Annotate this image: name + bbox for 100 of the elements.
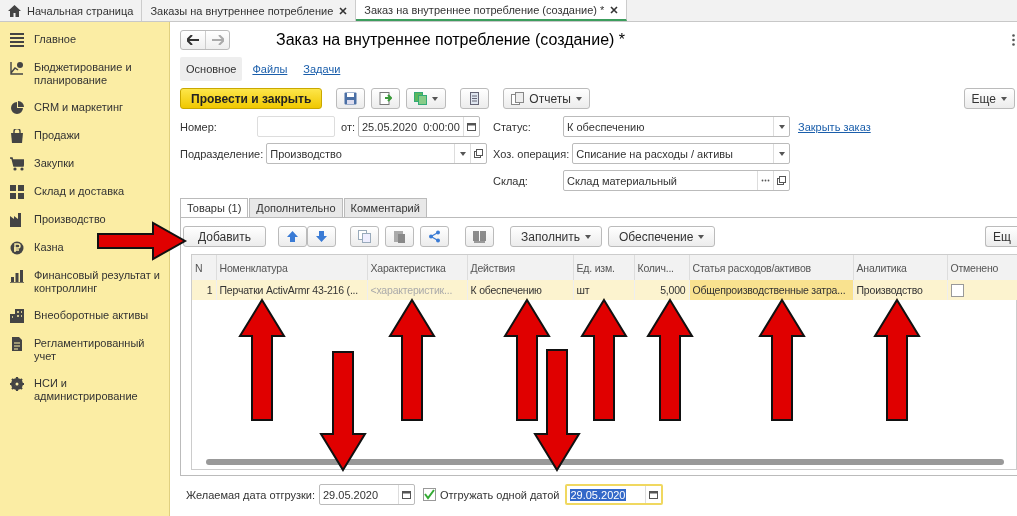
sidebar-item[interactable]: Бюджетирование и планирование xyxy=(0,54,169,94)
column-header[interactable]: Номенклатура xyxy=(216,255,367,280)
move-up-button[interactable] xyxy=(278,226,308,247)
share-button[interactable] xyxy=(420,226,450,247)
field-label: Подразделение: xyxy=(180,147,264,160)
column-header[interactable]: Статья расходов/активов xyxy=(689,255,853,280)
date-field[interactable]: 25.05.2020 0:00:00 xyxy=(358,116,480,137)
open-icon[interactable] xyxy=(777,176,786,185)
save-button[interactable] xyxy=(336,88,366,109)
add-button[interactable]: Добавить xyxy=(183,226,267,247)
operation-select[interactable]: Списание на расходы / активы xyxy=(572,143,790,164)
checkbox[interactable] xyxy=(950,283,964,297)
field-label: Склад: xyxy=(493,174,529,187)
calendar-icon[interactable] xyxy=(402,490,411,499)
field-label: Желаемая дата отгрузки: xyxy=(186,488,315,501)
department-select[interactable]: Производство xyxy=(266,143,487,164)
paste-button[interactable] xyxy=(385,226,415,247)
sidebar-item[interactable]: Производство xyxy=(0,206,112,234)
section-link[interactable]: Файлы xyxy=(246,57,294,81)
table-cell: <характеристик... xyxy=(367,280,467,300)
list-icon xyxy=(468,92,482,105)
status-select[interactable]: К обеспечению xyxy=(563,116,790,137)
calendar-icon[interactable] xyxy=(467,122,476,131)
form-title: Заказ на внутреннее потребление (создание) * xyxy=(276,31,626,49)
close-order-link[interactable]: Закрыть заказ xyxy=(798,120,871,133)
column-header[interactable]: Действия xyxy=(467,255,573,280)
field-label: Статус: xyxy=(493,120,532,133)
home-icon xyxy=(8,4,21,17)
more-options-icon[interactable] xyxy=(1012,34,1015,46)
dropdown-icon[interactable] xyxy=(778,151,785,156)
documents-button[interactable] xyxy=(406,88,447,109)
share-icon xyxy=(428,230,442,243)
window-tab[interactable]: Начальная страница xyxy=(0,0,143,21)
column-header[interactable]: Аналитика xyxy=(853,255,947,280)
more-button[interactable]: Ещ xyxy=(985,226,1017,247)
grid-icon xyxy=(10,185,24,199)
table-cell: Производство xyxy=(853,280,947,300)
table-cell: К обеспечению xyxy=(467,280,573,300)
ellipsis-icon[interactable] xyxy=(761,179,770,182)
tab-label: Начальная страница xyxy=(27,4,134,17)
table-cell: 1 xyxy=(192,280,216,300)
calendar-icon[interactable] xyxy=(649,490,659,499)
sidebar-item[interactable]: НСИ и администрирование xyxy=(0,370,169,410)
tab[interactable]: Комментарий xyxy=(343,198,427,217)
dropdown-icon[interactable] xyxy=(778,124,785,129)
pie-chart-icon xyxy=(10,101,24,115)
fill-button[interactable]: Заполнить xyxy=(510,226,602,247)
sidebar-item[interactable]: Главное xyxy=(0,26,83,54)
table-cell: шт xyxy=(573,280,634,300)
caret-icon xyxy=(584,234,591,239)
open-icon[interactable] xyxy=(474,149,483,158)
caret-icon xyxy=(575,96,582,101)
column-header[interactable]: Колич... xyxy=(634,255,689,280)
tab[interactable]: Дополнительно xyxy=(249,198,343,217)
document-icon xyxy=(10,337,24,351)
tab-label: Заказы на внутреннее потребление xyxy=(150,4,334,17)
post-and-close-button[interactable]: Провести и закрыть xyxy=(180,88,323,109)
close-icon[interactable] xyxy=(610,5,619,14)
forward-arrow-icon xyxy=(211,35,224,45)
sidebar-item[interactable]: Продажи xyxy=(0,122,86,150)
move-down-button[interactable] xyxy=(307,226,337,247)
barcode-icon xyxy=(473,230,487,243)
date-field[interactable]: 29.05.2020 xyxy=(565,484,664,505)
warehouse-select[interactable]: Склад материальный xyxy=(563,170,790,191)
close-icon[interactable] xyxy=(339,6,348,15)
column-header[interactable]: Характеристика xyxy=(367,255,467,280)
sidebar-item[interactable]: Регламентированный учет xyxy=(0,330,169,370)
supply-button[interactable]: Обеспечение xyxy=(607,226,716,247)
window-tab[interactable]: Заказ на внутреннее потребление (создание) * xyxy=(356,0,628,21)
number-field[interactable] xyxy=(257,116,335,137)
column-header[interactable]: Ед. изм. xyxy=(573,255,634,280)
reports-button[interactable]: Отчеты xyxy=(503,88,590,109)
list-button[interactable] xyxy=(460,88,490,109)
cart-icon xyxy=(10,157,24,171)
menu-icon xyxy=(10,33,24,47)
document-arrow-button[interactable] xyxy=(371,88,401,109)
more-button[interactable]: Еще xyxy=(963,88,1015,109)
sidebar-item[interactable]: CRM и маркетинг xyxy=(0,94,130,122)
date-field[interactable]: 29.05.2020 xyxy=(319,484,415,505)
coin-icon xyxy=(10,241,24,255)
sidebar-item[interactable]: Внеоборотные активы xyxy=(0,302,155,330)
barcode-button[interactable] xyxy=(465,226,495,247)
dropdown-icon[interactable] xyxy=(459,151,466,156)
tab[interactable]: Товары (1) xyxy=(180,198,249,217)
sidebar-item[interactable]: Склад и доставка xyxy=(0,178,131,206)
move-down-icon xyxy=(315,230,329,243)
sidebar-item[interactable]: Казна xyxy=(0,234,70,262)
section-link[interactable]: Задачи xyxy=(297,57,347,81)
field-label: Номер: xyxy=(180,120,218,133)
scrollbar[interactable] xyxy=(206,459,1004,465)
section-tab[interactable]: Основное xyxy=(180,57,243,81)
table-cell: 5,000 xyxy=(634,280,689,300)
sidebar-item[interactable]: Финансовый результат и контроллинг xyxy=(0,262,169,302)
column-header[interactable]: N xyxy=(192,255,216,280)
checkbox[interactable] xyxy=(423,488,436,501)
paste-icon xyxy=(393,230,407,243)
caret-icon xyxy=(432,96,439,101)
sidebar-item[interactable]: Закупки xyxy=(0,150,81,178)
chart-icon xyxy=(10,61,24,75)
column-header[interactable]: Отменено xyxy=(947,255,1017,280)
